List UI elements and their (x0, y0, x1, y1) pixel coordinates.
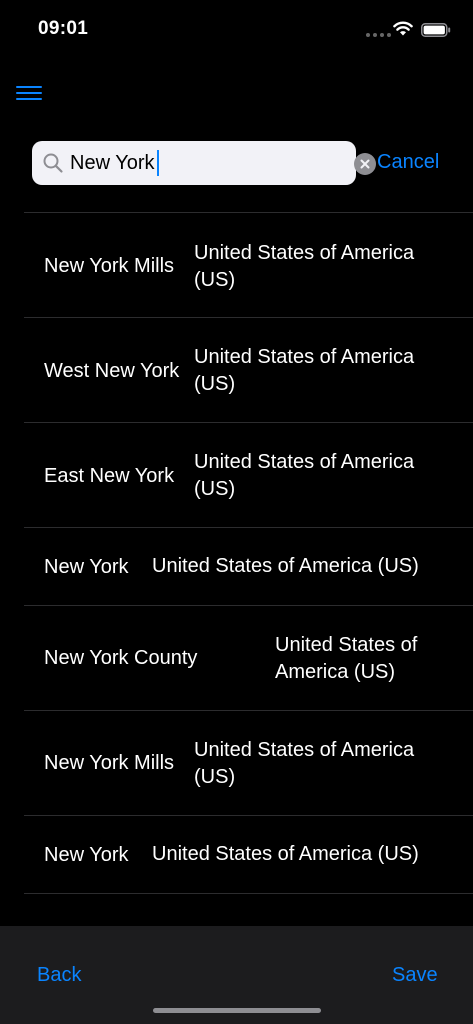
city-label: East New York (44, 465, 175, 487)
list-item[interactable]: East New York United States of America (… (24, 423, 473, 528)
country-label: United States of America (US) (194, 346, 415, 395)
wifi-icon (393, 21, 413, 36)
city-label: New York County (44, 647, 198, 669)
text-caret (157, 150, 159, 176)
list-item[interactable]: New York Mills United States of America … (24, 711, 473, 816)
menu-button[interactable] (14, 84, 44, 102)
country-label: United States of America (US) (194, 451, 415, 500)
status-time: 09:01 (38, 18, 89, 39)
save-button[interactable]: Save (392, 964, 438, 987)
search-icon (43, 153, 63, 173)
hamburger-menu-icon-bar (16, 98, 42, 100)
city-label: West New York (44, 360, 180, 382)
screen: 09:01 C (0, 0, 473, 1024)
list-item[interactable]: West New York United States of America (… (24, 318, 473, 423)
city-label: New York (44, 556, 129, 578)
country-label: United States of America (US) (275, 634, 418, 683)
city-label: New York Mills (44, 255, 175, 277)
home-indicator[interactable] (153, 1008, 321, 1013)
hamburger-menu-icon-bar (16, 92, 42, 94)
list-item[interactable]: New York County United States of America… (24, 606, 473, 711)
country-label: United States of America (US) (194, 242, 415, 291)
list-item[interactable]: New York Mills United States of America … (24, 213, 473, 318)
clear-icon[interactable] (354, 153, 376, 175)
list-item[interactable]: New York United States of America (US) (24, 816, 473, 894)
battery-icon (421, 23, 451, 37)
results-list[interactable]: New York Mills United States of America … (0, 212, 473, 926)
bottom-toolbar: Back Save (0, 926, 473, 1024)
city-label: New York Mills (44, 752, 175, 774)
country-label: United States of America (US) (152, 555, 419, 577)
search-field[interactable] (32, 141, 376, 185)
status-bar: 09:01 (0, 0, 473, 60)
hamburger-menu-icon (16, 86, 42, 88)
search-input[interactable] (70, 141, 310, 185)
list-item[interactable]: New York United States of America (US) (24, 528, 473, 606)
cellular-signal-icon (366, 33, 391, 37)
back-button[interactable]: Back (37, 964, 81, 987)
country-label: United States of America (US) (194, 739, 415, 788)
cancel-button[interactable]: Cancel (377, 151, 439, 174)
city-label: New York (44, 844, 129, 866)
country-label: United States of America (US) (152, 843, 419, 865)
